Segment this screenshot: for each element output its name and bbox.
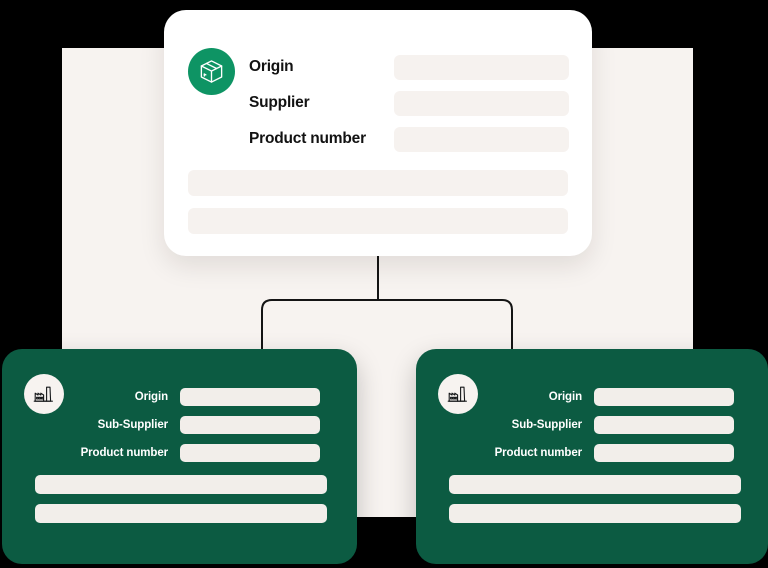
package-box-icon-badge [188, 48, 235, 95]
extra-input-bar-2[interactable] [35, 504, 327, 523]
field-label-product-number: Product number [80, 446, 169, 459]
sub-supplier-left-fields: Origin Sub-Supplier Product number [30, 387, 330, 471]
sub-supplier-card-left[interactable]: Origin Sub-Supplier Product number [2, 349, 357, 564]
field-input-origin[interactable] [394, 54, 569, 80]
field-row-origin: Origin [444, 387, 744, 406]
field-input-product-number[interactable] [180, 443, 320, 462]
field-label-origin: Origin [548, 390, 582, 403]
field-row-product-number: Product number [444, 443, 744, 462]
extra-input-bar-2[interactable] [188, 208, 568, 234]
extra-input-bar-2[interactable] [449, 504, 741, 523]
field-input-origin[interactable] [180, 387, 320, 406]
field-label-sub-supplier: Sub-Supplier [97, 418, 168, 431]
field-input-product-number[interactable] [594, 443, 734, 462]
supplier-card[interactable]: Origin Supplier Product number [164, 10, 592, 256]
field-input-sub-supplier[interactable] [594, 415, 734, 434]
field-label-product-number: Product number [494, 446, 583, 459]
field-label-product-number: Product number [249, 130, 366, 147]
diagram-canvas: Origin Supplier Product number Origin Su… [0, 0, 768, 568]
field-label-sub-supplier: Sub-Supplier [511, 418, 582, 431]
sub-supplier-right-fields: Origin Sub-Supplier Product number [444, 387, 744, 471]
field-input-product-number[interactable] [394, 126, 569, 152]
field-input-sub-supplier[interactable] [180, 415, 320, 434]
field-label-origin: Origin [134, 390, 168, 403]
field-input-origin[interactable] [594, 387, 734, 406]
sub-supplier-card-right[interactable]: Origin Sub-Supplier Product number [416, 349, 768, 564]
extra-input-bar-1[interactable] [188, 170, 568, 196]
field-row-product-number: Product number [30, 443, 330, 462]
field-row-sub-supplier: Sub-Supplier [444, 415, 744, 434]
extra-input-bar-1[interactable] [35, 475, 327, 494]
sub-supplier-right-extra-bars [449, 475, 741, 533]
supplier-card-fields: Origin Supplier Product number [249, 54, 569, 163]
field-label-supplier: Supplier [249, 94, 310, 111]
field-label-origin: Origin [249, 58, 294, 75]
field-row-supplier: Supplier [249, 90, 569, 116]
package-box-icon [200, 60, 223, 83]
supplier-card-extra-bars [188, 170, 568, 246]
field-row-origin: Origin [249, 54, 569, 80]
extra-input-bar-1[interactable] [449, 475, 741, 494]
field-row-product-number: Product number [249, 126, 569, 152]
field-row-origin: Origin [30, 387, 330, 406]
sub-supplier-left-extra-bars [35, 475, 327, 533]
field-input-supplier[interactable] [394, 90, 569, 116]
field-row-sub-supplier: Sub-Supplier [30, 415, 330, 434]
